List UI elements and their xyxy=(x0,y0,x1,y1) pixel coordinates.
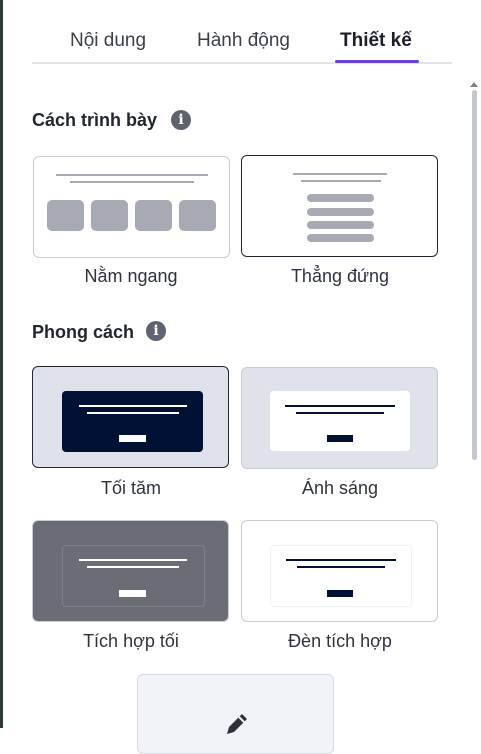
preview-line xyxy=(70,181,194,183)
preview-line xyxy=(56,174,208,176)
preview-line xyxy=(286,559,396,561)
style-option-label: Tích hợp tối xyxy=(83,631,179,651)
pencil-icon xyxy=(227,714,247,734)
layout-option-label: Nằm ngang xyxy=(84,266,178,286)
preview-button xyxy=(119,435,146,442)
layout-section-title: Cách trình bày xyxy=(32,110,158,130)
preview-line xyxy=(301,180,381,182)
layout-option-vertical[interactable] xyxy=(241,155,438,257)
preview-panel xyxy=(270,545,412,607)
layout-option-label: Thẳng đứng xyxy=(290,266,390,286)
preview-line xyxy=(285,405,395,407)
style-option-integrated-light[interactable] xyxy=(241,520,438,622)
preview-block xyxy=(179,200,216,231)
preview-panel xyxy=(62,545,205,607)
preview-block xyxy=(135,200,172,231)
style-section-title: Phong cách xyxy=(32,322,135,342)
preview-block xyxy=(47,200,84,231)
style-option-label: Đèn tích hợp xyxy=(288,631,392,651)
preview-panel xyxy=(270,391,410,451)
preview-block xyxy=(91,200,128,231)
window-edge xyxy=(0,0,3,728)
preview-button xyxy=(327,590,353,597)
style-option-label: Ánh sáng xyxy=(301,478,379,498)
preview-line xyxy=(87,566,179,568)
scrollbar-thumb[interactable] xyxy=(472,90,477,460)
preview-row xyxy=(307,194,374,202)
preview-line xyxy=(296,412,384,414)
preview-line xyxy=(293,173,387,175)
style-option-dark[interactable] xyxy=(32,366,229,468)
style-option-label: Tối tăm xyxy=(100,478,161,498)
preview-button xyxy=(119,590,146,597)
preview-button xyxy=(327,435,353,442)
style-option-light[interactable] xyxy=(241,367,438,469)
tab-design[interactable]: Thiết kế xyxy=(340,30,412,52)
preview-line xyxy=(79,405,187,407)
style-option-integrated-dark[interactable] xyxy=(32,520,229,622)
preview-line xyxy=(87,412,179,414)
preview-line xyxy=(79,559,187,561)
active-tab-indicator xyxy=(335,60,419,63)
info-icon[interactable]: i xyxy=(171,110,191,130)
preview-row xyxy=(307,221,374,229)
preview-row xyxy=(307,208,374,216)
tab-content[interactable]: Nội dung xyxy=(70,30,146,52)
tab-actions[interactable]: Hành động xyxy=(197,30,290,52)
preview-panel xyxy=(62,391,203,452)
scrollbar[interactable] xyxy=(468,82,480,728)
scroll-up-arrow-icon[interactable] xyxy=(470,82,478,87)
style-option-custom[interactable] xyxy=(137,674,334,754)
layout-option-horizontal[interactable] xyxy=(33,156,230,258)
preview-row xyxy=(307,234,374,242)
preview-line xyxy=(297,566,385,568)
info-icon[interactable]: i xyxy=(146,321,166,341)
tab-bar: Nội dung Hành động Thiết kế xyxy=(32,26,452,64)
